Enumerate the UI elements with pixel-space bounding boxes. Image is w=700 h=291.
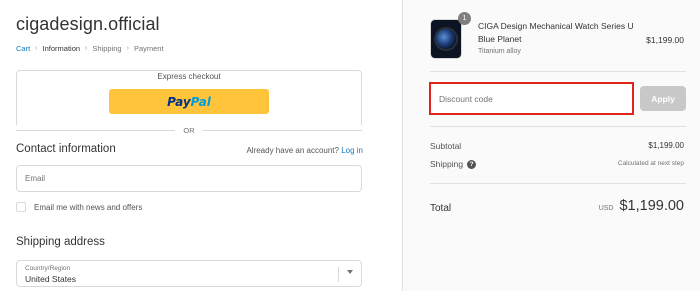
shipping-address-title: Shipping address bbox=[16, 236, 105, 248]
newsletter-option: Email me with news and offers bbox=[16, 202, 142, 212]
discount-field-wrapper bbox=[429, 82, 634, 115]
product-thumbnail bbox=[430, 19, 462, 59]
or-text: OR bbox=[183, 125, 195, 135]
total-label: Total bbox=[430, 203, 452, 214]
chevron-right-icon: › bbox=[35, 45, 38, 52]
watch-image bbox=[436, 29, 456, 49]
total-amount: USD $1,199.00 bbox=[599, 198, 684, 214]
shipping-label: Shipping bbox=[430, 159, 464, 169]
breadcrumb-payment: Payment bbox=[133, 44, 164, 53]
divider bbox=[430, 126, 686, 127]
login-prompt: Already have an account? Log in bbox=[246, 146, 363, 155]
express-checkout-title: Express checkout bbox=[151, 72, 227, 81]
shipping-row: Shipping ? bbox=[430, 159, 477, 169]
help-icon[interactable]: ? bbox=[467, 159, 477, 169]
checkout-main: cigadesign.official Cart › Information ›… bbox=[0, 0, 402, 291]
product-price: $1,199.00 bbox=[646, 35, 684, 45]
paypal-logo-pal: Pal bbox=[190, 94, 211, 109]
email-field-wrapper bbox=[16, 165, 362, 192]
chevron-right-icon: › bbox=[126, 45, 129, 52]
login-link[interactable]: Log in bbox=[341, 146, 363, 155]
breadcrumb-shipping: Shipping bbox=[92, 44, 122, 53]
apply-discount-button[interactable]: Apply bbox=[640, 86, 686, 111]
country-label: Country/Region bbox=[25, 265, 71, 272]
quantity-badge: 1 bbox=[458, 12, 471, 25]
store-name[interactable]: cigadesign.official bbox=[16, 14, 160, 35]
total-value: $1,199.00 bbox=[619, 198, 684, 214]
newsletter-label[interactable]: Email me with news and offers bbox=[34, 203, 142, 212]
order-summary: 1 CIGA Design Mechanical Watch Series U … bbox=[402, 0, 700, 291]
subtotal-value: $1,199.00 bbox=[648, 141, 684, 150]
divider bbox=[430, 183, 686, 184]
contact-information-title: Contact information bbox=[16, 143, 116, 155]
country-select[interactable]: Country/Region United States bbox=[16, 260, 362, 287]
currency-code: USD bbox=[598, 205, 614, 212]
breadcrumb: Cart › Information › Shipping › Payment bbox=[16, 44, 164, 53]
login-prompt-text: Already have an account? bbox=[246, 146, 339, 155]
product-variant: Titanium alloy bbox=[478, 48, 521, 55]
country-value: United States bbox=[25, 274, 77, 284]
discount-code-input[interactable] bbox=[431, 84, 632, 113]
newsletter-checkbox[interactable] bbox=[16, 202, 26, 212]
chevron-down-icon bbox=[347, 270, 353, 274]
chevron-right-icon: › bbox=[85, 45, 88, 52]
product-name: CIGA Design Mechanical Watch Series U Bl… bbox=[478, 21, 634, 44]
or-divider: OR bbox=[16, 124, 362, 136]
breadcrumb-information: Information bbox=[42, 44, 81, 53]
subtotal-label: Subtotal bbox=[430, 141, 462, 151]
email-field[interactable] bbox=[17, 166, 361, 191]
paypal-logo-pay: Pay bbox=[167, 94, 191, 109]
divider bbox=[430, 71, 686, 72]
paypal-button[interactable]: Pay Pal bbox=[109, 89, 269, 114]
shipping-value: Calculated at next step bbox=[617, 160, 684, 167]
breadcrumb-cart[interactable]: Cart bbox=[16, 44, 30, 53]
